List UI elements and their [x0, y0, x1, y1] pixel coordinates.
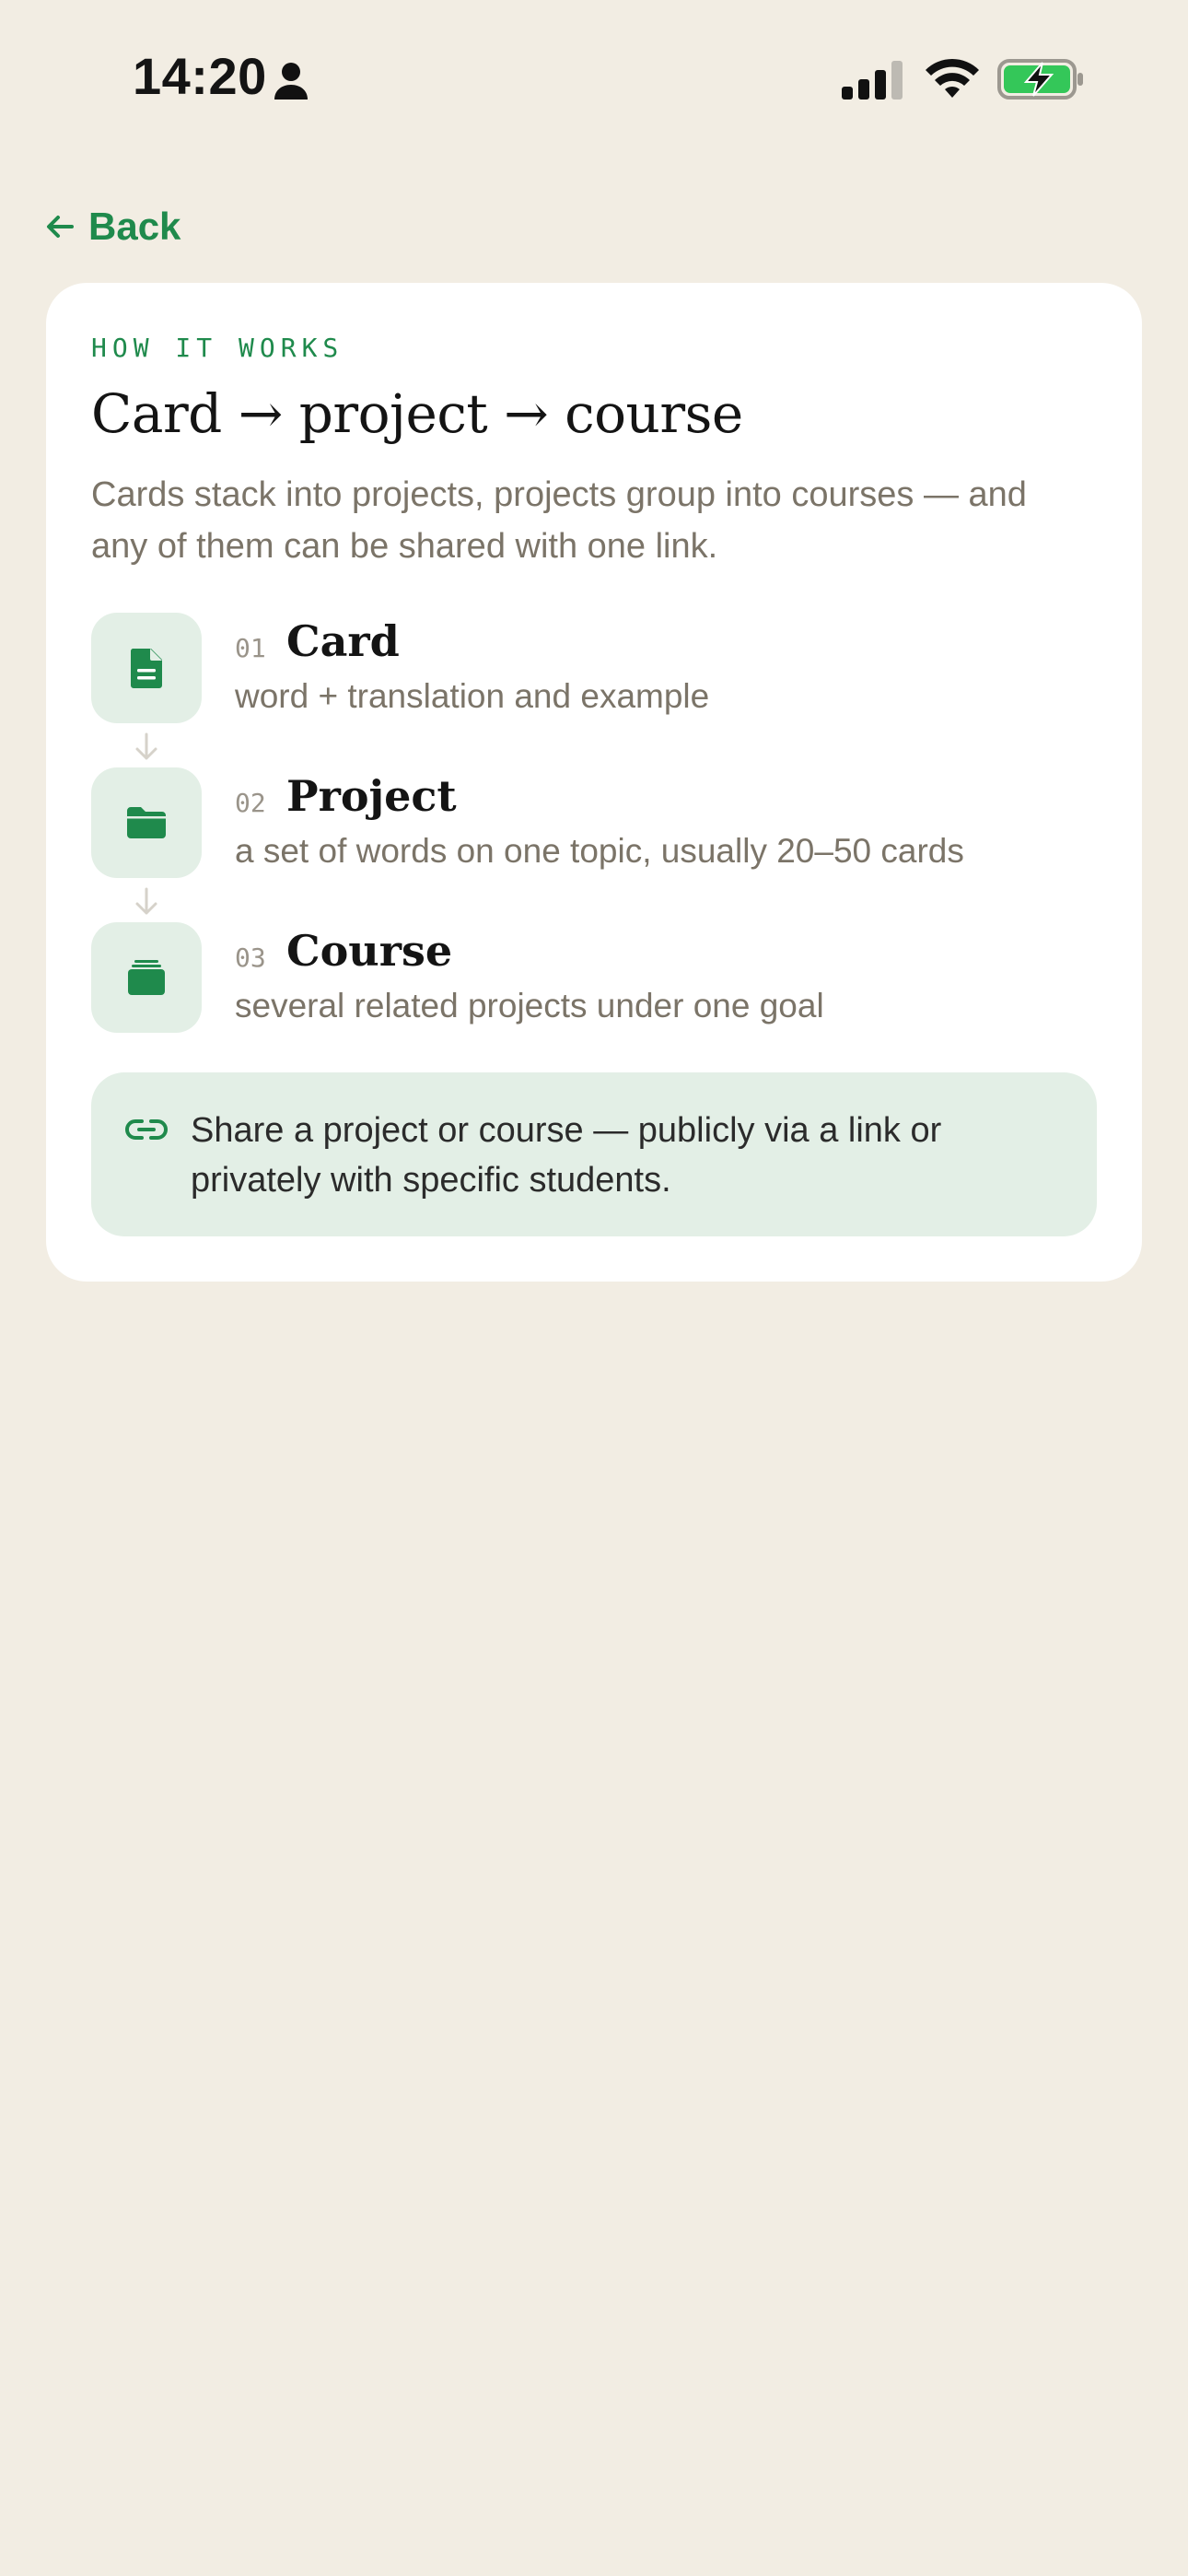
- step-project: 02 Project a set of words on one topic, …: [91, 767, 1104, 878]
- person-icon: [274, 63, 308, 100]
- step-course: 03 Course several related projects under…: [91, 922, 1104, 1033]
- wifi-icon: [926, 58, 979, 98]
- back-label: Back: [88, 205, 181, 248]
- step-icon-box: [91, 613, 202, 723]
- share-note: Share a project or course — publicly via…: [91, 1072, 1097, 1236]
- status-time: 14:20: [133, 47, 267, 105]
- link-icon: [125, 1119, 168, 1140]
- status-bar: 14:20: [0, 0, 1188, 157]
- card-description: Cards stack into projects, projects grou…: [91, 475, 1027, 566]
- share-note-text: Share a project or course — publicly via…: [191, 1111, 942, 1200]
- arrow-down-icon: [135, 887, 157, 915]
- back-button[interactable]: Back: [44, 199, 181, 254]
- arrow-down-icon: [135, 732, 157, 760]
- arrow-left-icon: [47, 216, 74, 238]
- section-eyebrow: HOW IT WORKS: [91, 333, 344, 363]
- step-icon-box: [91, 922, 202, 1033]
- stack-icon: [128, 960, 165, 995]
- document-icon: [130, 649, 162, 688]
- step-subtitle: word + translation and example: [235, 677, 710, 715]
- folder-icon: [127, 807, 166, 838]
- step-card: 01 Card word + translation and example: [91, 613, 1104, 723]
- step-subtitle: several related projects under one goal: [235, 987, 824, 1025]
- step-name: Project: [286, 771, 457, 821]
- step-name: Card: [286, 616, 400, 666]
- step-name: Course: [286, 926, 453, 976]
- cellular-signal-icon: [842, 61, 903, 100]
- battery-charging-icon: [997, 59, 1083, 100]
- step-subtitle: a set of words on one topic, usually 20–…: [235, 832, 964, 870]
- step-number: 02: [235, 788, 266, 818]
- step-number: 03: [235, 943, 266, 973]
- step-icon-box: [91, 767, 202, 878]
- card-title: Card → project → course: [91, 382, 743, 445]
- step-number: 01: [235, 633, 266, 663]
- how-it-works-card: HOW IT WORKS Card → project → course Car…: [46, 283, 1142, 1282]
